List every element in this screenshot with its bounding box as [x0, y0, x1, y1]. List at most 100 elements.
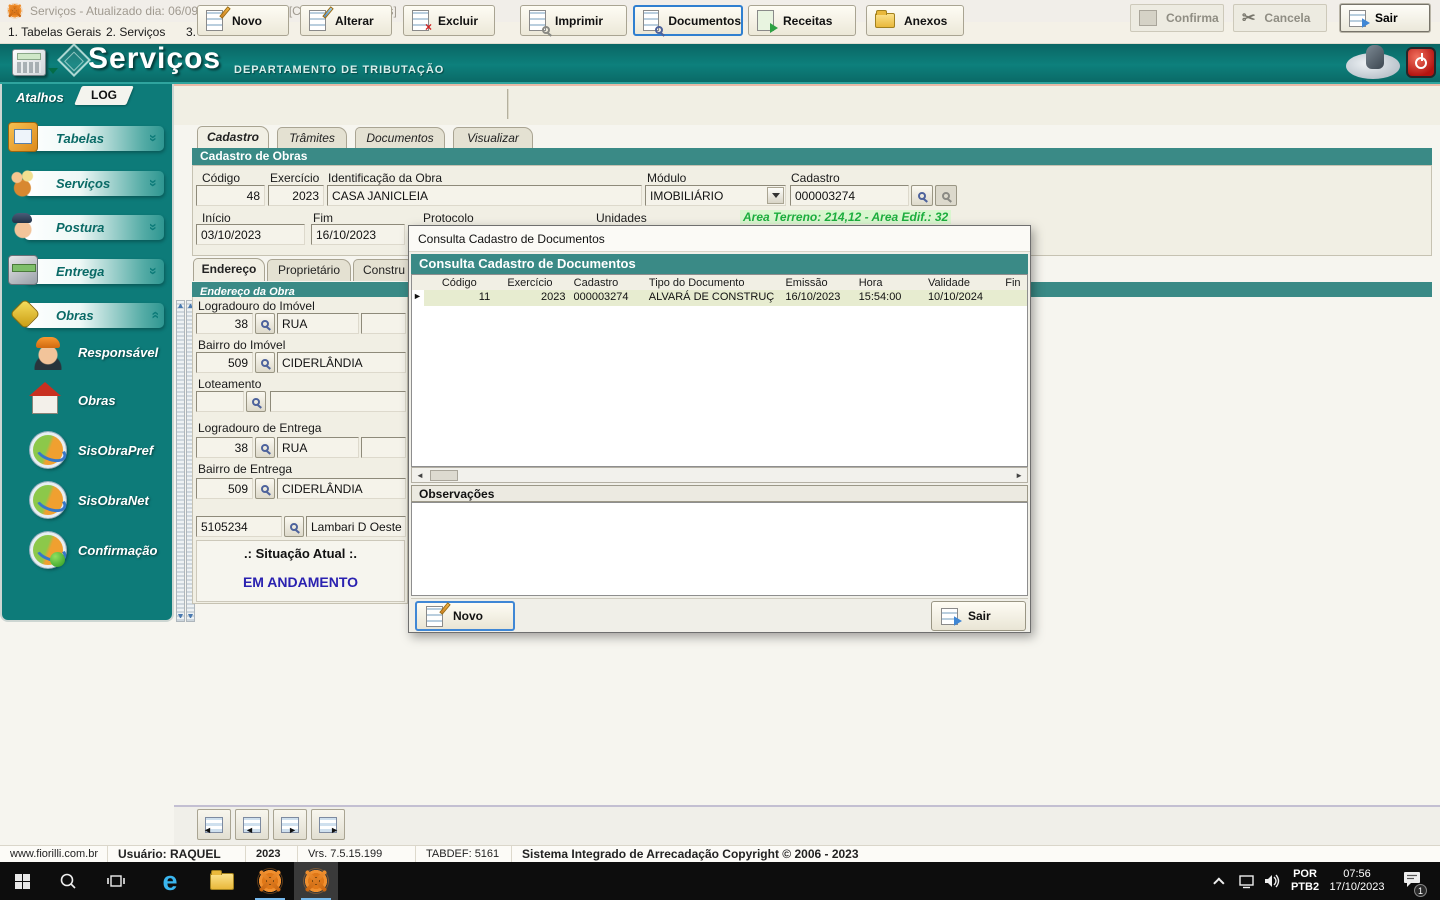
- loteamento-field[interactable]: [270, 391, 406, 412]
- codigo-field[interactable]: 48: [196, 185, 265, 206]
- file-explorer-button[interactable]: [200, 862, 244, 900]
- menu-tabelas-gerais[interactable]: 1. Tabelas Gerais: [8, 25, 101, 39]
- cidade-search-button[interactable]: [284, 516, 304, 537]
- sidebar-group-obras[interactable]: Obras »: [9, 298, 164, 330]
- sidebar-group-entrega[interactable]: Entrega »: [8, 255, 164, 285]
- cidade-num-field[interactable]: 5105234: [196, 516, 282, 537]
- chevron-down-icon[interactable]: [767, 187, 784, 204]
- cidade-field[interactable]: Lambari D Oeste: [306, 516, 406, 537]
- sair-button[interactable]: Sair: [1340, 4, 1430, 32]
- chevron-down-icon[interactable]: »: [146, 263, 162, 279]
- app-taskbar-button-2[interactable]: [294, 862, 338, 900]
- subtab-endereco[interactable]: Endereço: [193, 258, 265, 281]
- main-toolbar: [174, 84, 1440, 125]
- scrollbar-thumb[interactable]: [430, 470, 458, 481]
- bairro-imovel-field[interactable]: CIDERLÂNDIA: [277, 352, 406, 373]
- logradouro-imovel-extra-field[interactable]: [361, 313, 406, 334]
- logradouro-imovel-field[interactable]: RUA: [277, 313, 359, 334]
- scroll-left-icon[interactable]: ◄: [416, 471, 424, 480]
- chevron-down-icon[interactable]: »: [146, 175, 162, 191]
- bairro-entrega-field[interactable]: CIDERLÂNDIA: [277, 478, 406, 499]
- internet-explorer-button[interactable]: e: [148, 862, 192, 900]
- dialog-sair-button[interactable]: Sair: [931, 601, 1026, 631]
- sidebar-item-sisobrapref[interactable]: SisObraPref: [30, 430, 153, 470]
- bairro-imovel-num-field[interactable]: 509: [196, 352, 253, 373]
- anexos-button[interactable]: Anexos: [866, 5, 964, 36]
- nav-last-button[interactable]: ►: [311, 809, 345, 840]
- chevron-down-icon[interactable]: »: [146, 130, 162, 146]
- logradouro-imovel-num-field[interactable]: 38: [196, 313, 253, 334]
- documentos-button[interactable]: Documentos: [633, 5, 743, 36]
- exercicio-field[interactable]: 2023: [268, 185, 324, 206]
- sidebar-tab-atalhos[interactable]: Atalhos: [16, 90, 64, 105]
- observacoes-textarea[interactable]: [411, 502, 1028, 596]
- identificacao-field[interactable]: CASA JANICLEIA: [327, 185, 642, 206]
- globe-icon: [30, 482, 66, 518]
- sidebar-group-postura[interactable]: Postura »: [8, 211, 164, 241]
- tab-visualizar[interactable]: Visualizar: [453, 127, 533, 148]
- nav-previous-button[interactable]: ◄: [235, 809, 269, 840]
- language-indicator[interactable]: POR PTB2: [1288, 868, 1322, 894]
- novo-button[interactable]: Novo: [197, 5, 289, 36]
- dropdown-triangle-icon[interactable]: [48, 68, 58, 74]
- sidebar-item-confirmacao[interactable]: Confirmação: [30, 530, 157, 570]
- dialog-title-bar[interactable]: Consulta Cadastro de Documentos: [409, 226, 1030, 252]
- cadastro-search-button[interactable]: [911, 185, 933, 206]
- receitas-button[interactable]: Receitas: [748, 5, 856, 36]
- subtab-proprietario[interactable]: Proprietário: [267, 259, 351, 281]
- tab-tramites[interactable]: Trâmites: [277, 127, 347, 148]
- loteamento-search-button[interactable]: [246, 391, 266, 412]
- excluir-button[interactable]: × Excluir: [403, 5, 495, 36]
- alterar-button[interactable]: Alterar: [300, 5, 392, 36]
- sidebar-group-tabelas[interactable]: Tabelas »: [8, 122, 164, 152]
- logradouro-entrega-search-button[interactable]: [255, 437, 275, 458]
- task-view-button[interactable]: [94, 862, 138, 900]
- observacoes-label: Observações: [411, 485, 1028, 502]
- search-icon: [261, 358, 269, 367]
- logradouro-entrega-num-field[interactable]: 38: [196, 437, 253, 458]
- row-pointer-icon: ►: [412, 290, 424, 306]
- sidebar-tab-log[interactable]: LOG: [74, 86, 134, 105]
- logradouro-entrega-field[interactable]: RUA: [277, 437, 359, 458]
- logradouro-entrega-extra-field[interactable]: [361, 437, 406, 458]
- sidebar-item-responsavel[interactable]: Responsável: [30, 332, 158, 372]
- bairro-entrega-num-field[interactable]: 509: [196, 478, 253, 499]
- chevron-down-icon[interactable]: »: [146, 219, 162, 235]
- clock[interactable]: 07:56 17/10/2023: [1322, 868, 1392, 894]
- table-row[interactable]: ► 11 2023 000003274 ALVARÁ DE CONSTRUÇ 1…: [412, 290, 1027, 306]
- app-taskbar-button-1[interactable]: [248, 862, 292, 900]
- subtab-construcao[interactable]: Constru: [353, 259, 415, 281]
- nav-next-button[interactable]: ►: [273, 809, 307, 840]
- notification-center-button[interactable]: 1: [1392, 862, 1432, 900]
- horizontal-scrollbar[interactable]: ◄ ►: [411, 467, 1028, 483]
- confirma-button[interactable]: Confirma: [1130, 4, 1224, 32]
- tab-cadastro[interactable]: Cadastro: [197, 126, 269, 148]
- menu-servicos[interactable]: 2. Serviços: [106, 25, 165, 39]
- nav-first-button[interactable]: ◄: [197, 809, 231, 840]
- modulo-label: Módulo: [647, 171, 687, 185]
- inicio-field[interactable]: 03/10/2023: [196, 224, 305, 245]
- fim-field[interactable]: 16/10/2023: [311, 224, 405, 245]
- modulo-select[interactable]: IMOBILIÁRIO: [645, 185, 786, 206]
- cadastro-field[interactable]: 000003274: [790, 185, 909, 206]
- logradouro-imovel-search-button[interactable]: [255, 313, 275, 334]
- cadastro-photo-button[interactable]: [935, 185, 957, 206]
- cancela-button[interactable]: ✂ Cancela: [1233, 4, 1327, 32]
- tab-documentos[interactable]: Documentos: [355, 127, 445, 148]
- volume-tray-icon[interactable]: [1258, 862, 1288, 900]
- bairro-entrega-search-button[interactable]: [255, 478, 275, 499]
- chevron-up-icon[interactable]: »: [146, 307, 162, 323]
- taskbar-search-button[interactable]: [46, 862, 90, 900]
- sidebar-scrollbar[interactable]: [176, 300, 185, 622]
- sidebar-item-obras[interactable]: Obras: [29, 380, 116, 420]
- sidebar-group-servicos[interactable]: Serviços »: [8, 167, 164, 197]
- sidebar-item-sisobranet[interactable]: SisObraNet: [30, 480, 149, 520]
- scroll-right-icon[interactable]: ►: [1015, 471, 1023, 480]
- power-button[interactable]: [1406, 47, 1436, 78]
- start-button[interactable]: [0, 862, 44, 900]
- loteamento-num-field[interactable]: [196, 391, 244, 412]
- bairro-imovel-search-button[interactable]: [255, 352, 275, 373]
- imprimir-button[interactable]: Imprimir: [520, 5, 627, 36]
- dialog-novo-button[interactable]: Novo: [415, 601, 515, 631]
- calculator-icon[interactable]: [12, 49, 46, 76]
